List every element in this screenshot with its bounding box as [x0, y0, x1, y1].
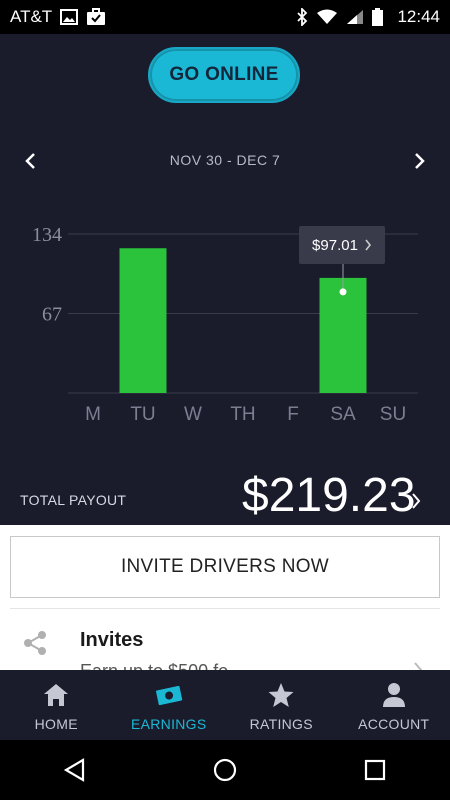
- earnings-icon: [155, 685, 182, 706]
- signal-icon: [346, 9, 364, 25]
- star-icon: [268, 683, 294, 707]
- status-bar: AT&T 12:44: [0, 0, 450, 34]
- invites-subtitle: Earn up to $500 fo: [80, 661, 228, 670]
- x-tick-label: SU: [380, 404, 406, 425]
- nav-home-label: HOME: [34, 716, 78, 732]
- nav-account-label: ACCOUNT: [358, 716, 430, 732]
- bar-value-tooltip[interactable]: $97.01: [299, 226, 385, 264]
- chevron-right-icon: [412, 493, 421, 509]
- chevron-right-icon: [415, 153, 425, 169]
- clock: 12:44: [397, 7, 440, 26]
- tooltip-value: $97.01: [312, 236, 358, 254]
- home-icon: [44, 684, 69, 706]
- nav-home[interactable]: HOME: [0, 670, 113, 740]
- x-tick-label: F: [287, 404, 299, 425]
- image-icon: [60, 9, 79, 25]
- x-tick-label: W: [184, 404, 202, 425]
- bar-tu: [119, 248, 167, 393]
- nav-earnings[interactable]: EARNINGS: [113, 670, 226, 740]
- system-navigation-bar: [0, 740, 450, 800]
- chevron-right-icon: [414, 662, 423, 670]
- next-week-button[interactable]: [404, 146, 434, 176]
- back-button[interactable]: [45, 740, 105, 800]
- briefcase-check-icon: [86, 8, 106, 26]
- bluetooth-icon: [296, 8, 308, 26]
- home-system-button[interactable]: [195, 740, 255, 800]
- account-icon: [382, 683, 405, 707]
- carrier-label: AT&T: [10, 7, 53, 26]
- total-payout-row[interactable]: TOTAL PAYOUT $219.23: [0, 454, 450, 534]
- tooltip-pointer-dot: [339, 288, 347, 296]
- y-tick-label: 134: [32, 224, 62, 246]
- home-circle-icon: [213, 758, 237, 782]
- earnings-bar-chart: 67 134 M TU W TH F SA SU: [32, 224, 418, 425]
- recents-button[interactable]: [345, 740, 405, 800]
- wifi-icon: [316, 9, 338, 25]
- week-range-label: NOV 30 - DEC 7: [169, 152, 281, 168]
- x-tick-label: TU: [130, 404, 155, 425]
- invite-drivers-button[interactable]: INVITE DRIVERS NOW: [10, 536, 440, 598]
- bottom-navigation: HOME EARNINGS RATINGS ACCOUNT: [0, 670, 450, 740]
- battery-icon: [372, 8, 384, 26]
- x-tick-label: SA: [330, 404, 356, 425]
- total-payout-amount: $219.23: [242, 469, 416, 522]
- back-triangle-icon: [63, 758, 85, 782]
- y-tick-label: 67: [42, 304, 62, 326]
- nav-earnings-label: EARNINGS: [130, 716, 207, 732]
- nav-ratings[interactable]: RATINGS: [225, 670, 338, 740]
- total-payout-label: TOTAL PAYOUT: [20, 492, 127, 508]
- week-selector: NOV 30 - DEC 7: [0, 146, 450, 176]
- invites-list-item[interactable]: Invites Earn up to $500 fo: [0, 609, 450, 670]
- recents-square-icon: [364, 759, 386, 781]
- go-online-button[interactable]: GO ONLINE: [148, 47, 300, 103]
- x-tick-label: TH: [230, 404, 255, 425]
- chevron-right-icon: [365, 239, 371, 251]
- x-tick-label: M: [85, 404, 101, 425]
- invites-title: Invites: [80, 629, 144, 651]
- content-area: INVITE DRIVERS NOW Invites Earn up to $5…: [0, 525, 450, 670]
- nav-account[interactable]: ACCOUNT: [338, 670, 450, 740]
- nav-ratings-label: RATINGS: [249, 716, 313, 732]
- earnings-summary: GO ONLINE NOV 30 - DEC 7 67 134 M TU W TH F SA S…: [0, 34, 450, 525]
- share-icon: [24, 631, 46, 655]
